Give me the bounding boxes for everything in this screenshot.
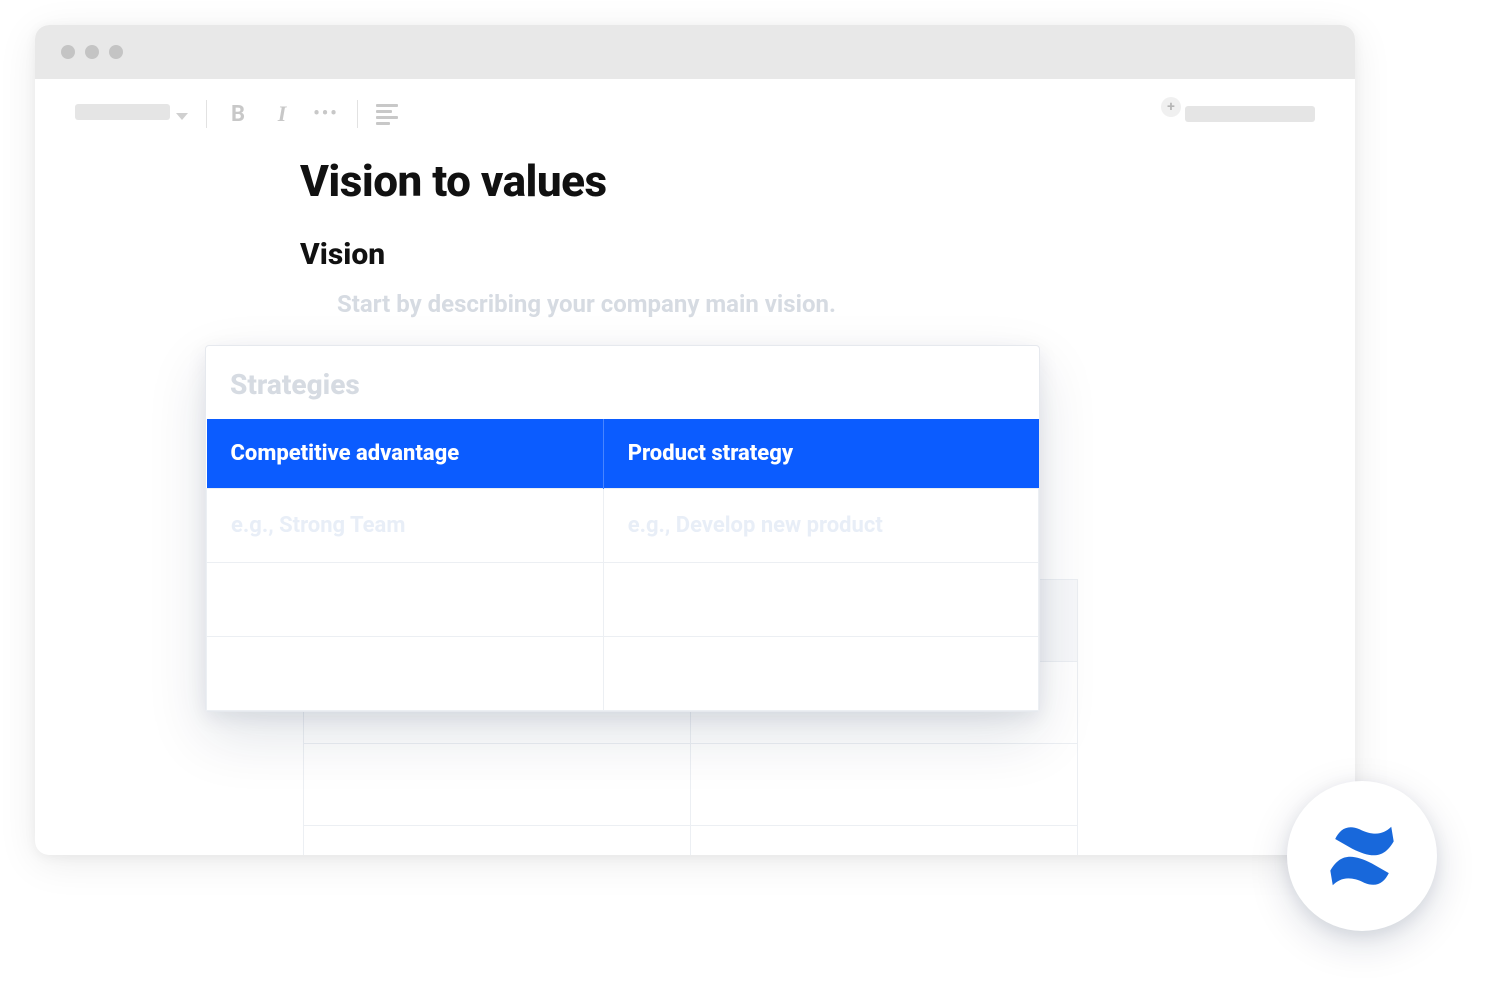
bg-table-cell[interactable]	[691, 826, 1078, 856]
chevron-down-icon	[176, 113, 188, 120]
strategies-cell[interactable]	[207, 637, 604, 711]
browser-frame: B I ••• + Vision to values Vision Start …	[35, 25, 1355, 855]
strategies-card-title[interactable]: Strategies	[206, 346, 1039, 419]
window-dot-zoom[interactable]	[109, 45, 123, 59]
strategies-table[interactable]: Competitive advantage Product strategy e…	[206, 419, 1039, 711]
bg-table-cell[interactable]	[304, 744, 691, 826]
toolbar-left-group: B I •••	[75, 100, 398, 128]
collaborator-avatar[interactable]: +	[1141, 99, 1171, 129]
document-body[interactable]: Vision to values Vision Start by describ…	[35, 155, 1355, 318]
share-button-placeholder[interactable]	[1185, 106, 1315, 122]
window-titlebar	[35, 25, 1355, 79]
text-style-selector[interactable]	[75, 104, 188, 124]
toolbar-right-group: +	[1141, 99, 1315, 129]
toolbar-separator	[357, 100, 358, 128]
window-dot-minimize[interactable]	[85, 45, 99, 59]
strategies-card: Strategies Competitive advantage Product…	[205, 345, 1040, 712]
window-dot-close[interactable]	[61, 45, 75, 59]
page-title[interactable]: Vision to values	[300, 155, 1315, 207]
product-badge	[1287, 781, 1437, 931]
strategies-col-competitive-advantage[interactable]: Competitive advantage	[207, 419, 604, 489]
strategies-cell[interactable]: e.g., Strong Team	[207, 489, 604, 563]
strategies-col-product-strategy[interactable]: Product strategy	[603, 419, 1038, 489]
confluence-icon	[1323, 817, 1401, 895]
editor-toolbar: B I ••• +	[35, 79, 1355, 149]
strategies-cell[interactable]	[207, 563, 604, 637]
strategies-cell[interactable]: e.g., Develop new product	[603, 489, 1038, 563]
bg-table-cell[interactable]	[304, 826, 691, 856]
more-formatting-button[interactable]: •••	[313, 109, 339, 119]
add-collaborator-icon[interactable]: +	[1161, 97, 1181, 117]
bold-button[interactable]: B	[225, 102, 251, 127]
section-heading-vision[interactable]: Vision	[300, 237, 1315, 272]
toolbar-separator	[206, 100, 207, 128]
align-left-icon[interactable]	[376, 104, 398, 125]
vision-placeholder-text[interactable]: Start by describing your company main vi…	[337, 290, 1315, 318]
strategies-cell[interactable]	[603, 563, 1038, 637]
strategies-cell[interactable]	[603, 637, 1038, 711]
bg-table-cell[interactable]	[691, 744, 1078, 826]
italic-button[interactable]: I	[269, 101, 295, 127]
